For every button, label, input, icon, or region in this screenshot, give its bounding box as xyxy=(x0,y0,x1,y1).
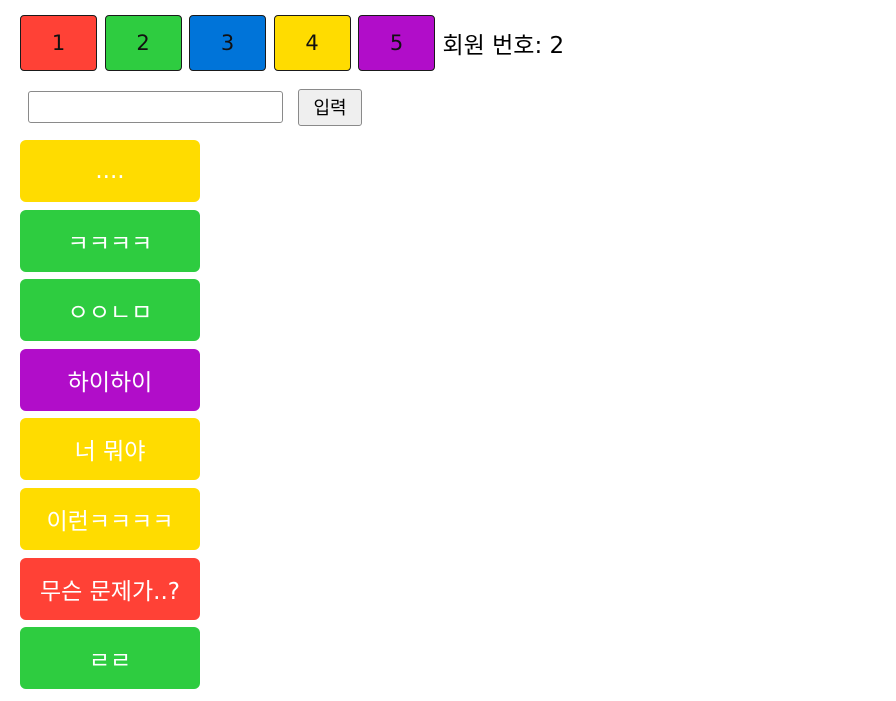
member-number-label: 회원 번호: 2 xyxy=(443,26,565,60)
submit-button[interactable]: 입력 xyxy=(298,88,362,126)
message-item: ㄹㄹ xyxy=(20,627,200,690)
member-button-2[interactable]: 2 xyxy=(104,15,182,71)
message-item: 무슨 문제가..? xyxy=(20,557,200,620)
message-item: 하이하이 xyxy=(20,348,200,411)
message-item: ㅇㅇㄴㅁ xyxy=(20,279,200,342)
message-input-row: 입력 xyxy=(28,88,362,126)
member-number-value: 2 xyxy=(549,33,565,59)
message-input[interactable] xyxy=(28,91,283,123)
message-item: ㅋㅋㅋㅋ xyxy=(20,209,200,272)
member-number-prefix: 회원 번호: xyxy=(442,33,543,59)
member-button-4[interactable]: 4 xyxy=(273,15,351,71)
member-button-3[interactable]: 3 xyxy=(189,15,266,71)
member-button-1[interactable]: 1 xyxy=(20,15,97,71)
member-button-5[interactable]: 5 xyxy=(358,15,435,71)
member-selector: 1 2 3 4 5 회원 번호: 2 xyxy=(20,15,564,71)
message-list: .... ㅋㅋㅋㅋ ㅇㅇㄴㅁ 하이하이 너 뭐야 이런ㅋㅋㅋㅋ 무슨 문제가..… xyxy=(20,140,200,697)
message-item: 너 뭐야 xyxy=(20,418,200,481)
message-item: 이런ㅋㅋㅋㅋ xyxy=(20,487,200,550)
message-item: .... xyxy=(20,140,200,202)
